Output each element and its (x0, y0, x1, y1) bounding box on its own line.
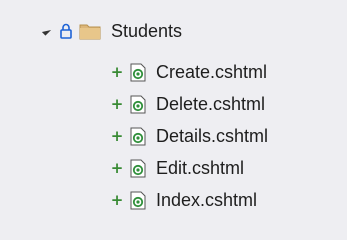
file-label: Create.cshtml (156, 62, 268, 82)
expand-collapse-icon[interactable] (41, 26, 52, 36)
pending-add-icon: + (110, 63, 124, 81)
file-label: Delete.cshtml (156, 94, 266, 114)
pending-add-icon: + (110, 127, 124, 145)
razor-file-icon (130, 95, 146, 113)
lock-icon (60, 23, 72, 39)
tree-item-students-folder[interactable]: Students (41, 17, 183, 45)
file-label: Details.cshtml (156, 126, 269, 146)
razor-file-icon (130, 159, 146, 177)
file-label: Edit.cshtml (156, 158, 245, 178)
tree-item-file[interactable]: + Delete.cshtml (110, 90, 265, 118)
pending-add-icon: + (110, 95, 124, 113)
file-label: Index.cshtml (156, 190, 258, 210)
pending-add-icon: + (110, 159, 124, 177)
razor-file-icon (130, 63, 146, 81)
razor-file-icon (130, 127, 146, 145)
razor-file-icon (130, 191, 146, 209)
tree-item-file[interactable]: + Details.cshtml (110, 122, 268, 150)
tree-item-file[interactable]: + Edit.cshtml (110, 154, 244, 182)
pending-add-icon: + (110, 191, 124, 209)
tree-item-file[interactable]: + Create.cshtml (110, 58, 267, 86)
solution-explorer-tree: Students + Create.cshtml + Delete.cshtml… (0, 0, 347, 240)
folder-label: Students (111, 21, 183, 41)
folder-icon (79, 24, 101, 40)
tree-item-file[interactable]: + Index.cshtml (110, 186, 257, 214)
